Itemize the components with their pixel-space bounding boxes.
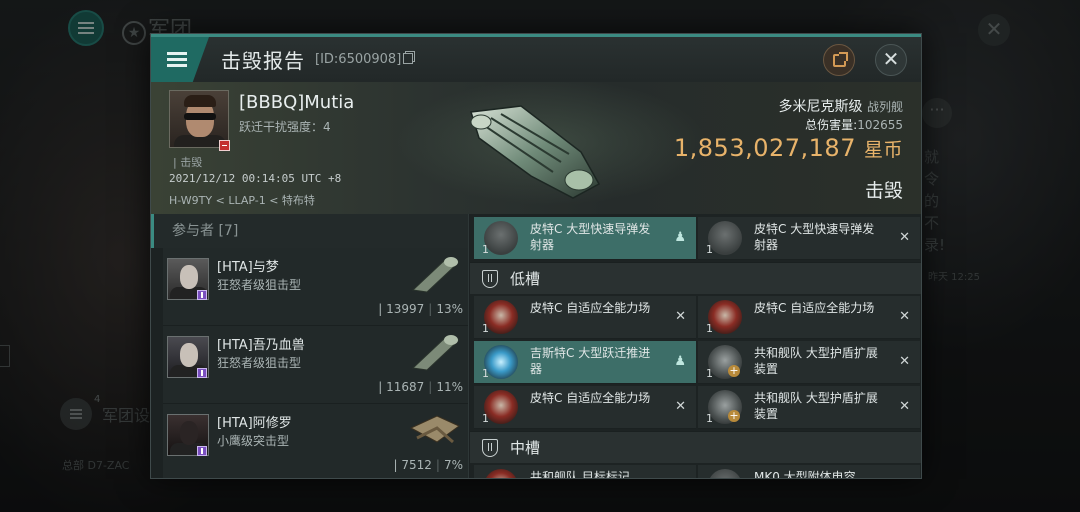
participant-name: [HTA]阿修罗 <box>217 416 292 431</box>
destroyed-icon: ✕ <box>899 354 910 369</box>
fitting-panel[interactable]: 1 皮特C 大型快速导弹发射器 ♟ 1 皮特C 大型快速导弹发射器 ✕ 低槽 1… <box>470 214 921 479</box>
module-name: 皮特C 自适应全能力场 <box>530 391 651 405</box>
participant-stats: | 7512 | 7% <box>393 458 464 472</box>
participant-stats: | 11687 | 11% <box>378 380 463 394</box>
total-damage: 总伤害量:102655 <box>805 118 903 132</box>
result-label: 击毁 <box>864 180 903 202</box>
shield-extender-icon: + <box>708 345 742 379</box>
victim-banner: [BBBQ]Mutia 跃迁干扰强度：4 | 击毁 2021/12/12 00:… <box>151 82 921 214</box>
module-slot[interactable]: 1 皮特C 大型快速导弹发射器 ♟ <box>474 217 696 260</box>
participant-badge <box>197 290 207 300</box>
module-slot[interactable]: 1 皮特C 自适应全能力场 ✕ <box>474 296 696 339</box>
modal-header: 击毁报告 [ID:6500908] ✕ <box>151 34 921 82</box>
isk-value: 1,853,027,187 星币 <box>673 134 903 162</box>
modal-title: 击毁报告 <box>221 49 305 73</box>
shield-extender-icon: + <box>708 390 742 424</box>
module-slot[interactable]: 1 皮特C 自适应全能力场 ✕ <box>474 386 696 429</box>
participant-row[interactable]: [HTA]阿修罗 小鹰级突击型 | 7512 | 7% <box>163 404 468 478</box>
module-name: 皮特C 大型快速导弹发射器 <box>530 222 651 252</box>
module-name: 吉斯特C 大型跃迁推进器 <box>530 346 651 376</box>
slot-section-icon <box>482 439 498 457</box>
destroyed-icon: ✕ <box>675 399 686 414</box>
module-name: 皮特C 自适应全能力场 <box>754 301 875 315</box>
missile-launcher-icon <box>708 221 742 255</box>
adaptive-field-icon <box>484 390 518 424</box>
module-name: 皮特C 大型快速导弹发射器 <box>754 222 875 252</box>
module-name: 共和舰队 目标标记 <box>530 470 630 479</box>
module-slot[interactable]: 共和舰队 目标标记 <box>474 465 696 479</box>
destroyed-icon: ✕ <box>675 309 686 324</box>
copy-icon[interactable] <box>403 53 414 64</box>
participant-row[interactable]: [HTA]吾乃血兽 狂怒者级狙击型 | 11687 | 11% <box>163 326 468 404</box>
missile-launcher-icon <box>484 221 518 255</box>
menu-icon <box>167 58 187 61</box>
victim-status-badge <box>219 140 230 151</box>
ship-class[interactable]: 多米尼克斯级 战列舰 <box>779 96 903 116</box>
participant-ship-image <box>411 335 460 371</box>
jam-strength: 跃迁干扰强度：4 <box>239 120 331 134</box>
menu-button[interactable] <box>151 37 209 82</box>
participant-ship: 狂怒者级狙击型 <box>217 356 302 370</box>
module-slot[interactable]: + 1 共和舰队 大型护盾扩展装置 ✕ <box>698 341 920 384</box>
participant-stats: | 13997 | 13% <box>378 302 463 316</box>
destroyed-icon: ✕ <box>899 399 910 414</box>
participant-name: [HTA]吾乃血兽 <box>217 338 305 353</box>
module-name: 共和舰队 大型护盾扩展装置 <box>754 346 878 376</box>
close-button[interactable]: ✕ <box>875 44 907 76</box>
module-slot[interactable]: + 1 共和舰队 大型护盾扩展装置 ✕ <box>698 386 920 429</box>
person-icon: ♟ <box>674 230 686 245</box>
participant-ship-image <box>409 415 460 444</box>
module-slot[interactable]: 1 皮特C 自适应全能力场 ✕ <box>698 296 920 339</box>
participant-ship: 小鹰级突击型 <box>217 434 290 448</box>
participants-header: 参与者 [7] <box>151 214 468 248</box>
kill-timestamp: 2021/12/12 00:14:05 UTC +8 <box>169 172 342 185</box>
person-icon: ♟ <box>674 354 686 369</box>
participant-badge <box>197 368 207 378</box>
adaptive-field-icon <box>484 300 518 334</box>
victim-name[interactable]: [BBBQ]Mutia <box>239 92 354 113</box>
participant-badge <box>197 446 207 456</box>
module-slot[interactable]: 1 吉斯特C 大型跃迁推进器 ♟ <box>474 341 696 384</box>
external-link-icon <box>832 51 848 67</box>
participant-name: [HTA]与梦 <box>217 260 279 275</box>
module-name: 皮特C 自适应全能力场 <box>530 301 651 315</box>
participant-row[interactable]: [HTA]与梦 狂怒者级狙击型 | 13997 | 13% <box>163 248 468 326</box>
slot-section-icon <box>482 270 498 288</box>
module-name: MK0 大型附体电容 <box>754 470 856 479</box>
participant-ship-image <box>411 257 460 293</box>
module-slot[interactable]: MK0 大型附体电容 <box>698 465 920 479</box>
participant-ship: 狂怒者级狙击型 <box>217 278 302 292</box>
destroyed-icon: ✕ <box>899 309 910 324</box>
kill-report-modal: 击毁报告 [ID:6500908] ✕ [BBBQ]Mutia 跃迁干扰强度：4… <box>150 33 922 479</box>
module-slot[interactable]: 1 皮特C 大型快速导弹发射器 ✕ <box>698 217 920 260</box>
adaptive-field-icon <box>708 300 742 334</box>
destroyed-icon: ✕ <box>899 230 910 245</box>
module-name: 共和舰队 大型护盾扩展装置 <box>754 391 878 421</box>
report-id[interactable]: [ID:6500908] <box>315 52 414 67</box>
capacitor-icon <box>708 469 742 478</box>
share-button[interactable] <box>823 44 855 76</box>
kill-label: | 击毁 <box>173 156 203 169</box>
mid-slot-header: 中槽 <box>470 431 921 463</box>
ship-image <box>470 105 601 199</box>
warp-drive-icon <box>484 345 518 379</box>
low-slot-header: 低槽 <box>470 262 921 294</box>
kill-location[interactable]: H-W9TY < LLAP-1 < 特布特 <box>169 192 315 208</box>
target-painter-icon <box>484 469 518 478</box>
participants-panel[interactable]: 参与者 [7] [HTA]与梦 狂怒者级狙击型 | 13997 | 13% [HTA… <box>151 214 469 478</box>
